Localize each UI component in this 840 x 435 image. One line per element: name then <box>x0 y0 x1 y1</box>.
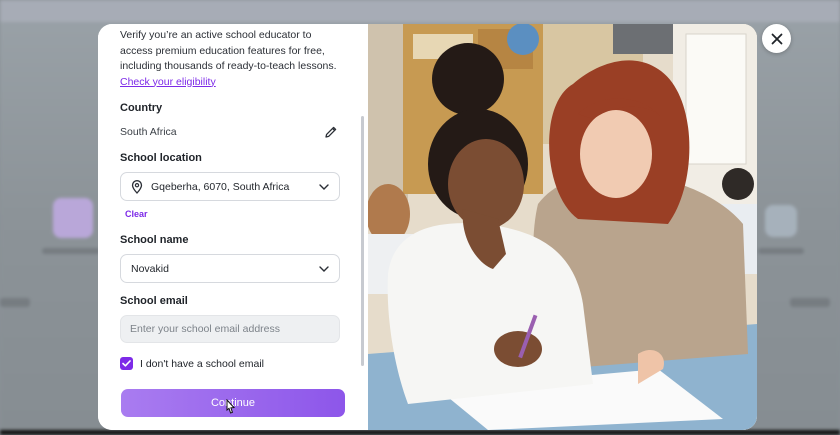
edit-country-button[interactable] <box>324 125 338 139</box>
intro-text: Verify you’re an active school educator … <box>120 28 340 90</box>
classroom-illustration <box>368 24 757 430</box>
country-value: South Africa <box>120 126 177 138</box>
clear-location-button[interactable]: Clear <box>125 209 340 219</box>
intro-description: Verify you’re an active school educator … <box>120 29 337 72</box>
close-button[interactable] <box>762 24 791 53</box>
no-email-option[interactable]: I don't have a school email <box>120 357 340 370</box>
no-email-label: I don't have a school email <box>140 357 264 370</box>
background-edge <box>0 430 840 435</box>
close-icon <box>771 33 782 44</box>
school-name-select[interactable]: Novakid <box>120 254 340 283</box>
scrollbar-thumb[interactable] <box>361 116 364 366</box>
background-tile <box>765 205 797 237</box>
chevron-down-icon <box>319 265 329 272</box>
eligibility-link[interactable]: Check your eligibility <box>120 76 216 88</box>
checkmark-icon <box>122 360 131 367</box>
background-text <box>0 298 30 307</box>
background-tile <box>53 198 93 238</box>
no-email-checkbox[interactable] <box>120 357 133 370</box>
school-location-label: School location <box>120 152 202 164</box>
pencil-icon <box>325 126 337 138</box>
school-location-value: Gqeberha, 6070, South Africa <box>151 180 290 193</box>
verification-modal: Verify you’re an active school educator … <box>98 24 757 430</box>
mouse-cursor-icon <box>226 399 236 414</box>
school-email-label: School email <box>120 295 188 307</box>
country-label: Country <box>120 102 163 114</box>
form-panel: Verify you’re an active school educator … <box>98 24 368 430</box>
teacher-student-photo <box>368 24 757 430</box>
chevron-down-icon <box>319 183 329 190</box>
background-text <box>42 248 100 254</box>
school-name-value: Novakid <box>131 262 169 275</box>
map-pin-icon <box>131 179 143 194</box>
country-row: South Africa <box>120 124 340 140</box>
background-header <box>0 0 840 22</box>
background-text <box>790 298 830 307</box>
school-location-field[interactable]: Gqeberha, 6070, South Africa <box>120 172 340 201</box>
school-name-label: School name <box>120 234 189 246</box>
school-email-input[interactable] <box>120 315 340 343</box>
background-text <box>758 248 804 254</box>
